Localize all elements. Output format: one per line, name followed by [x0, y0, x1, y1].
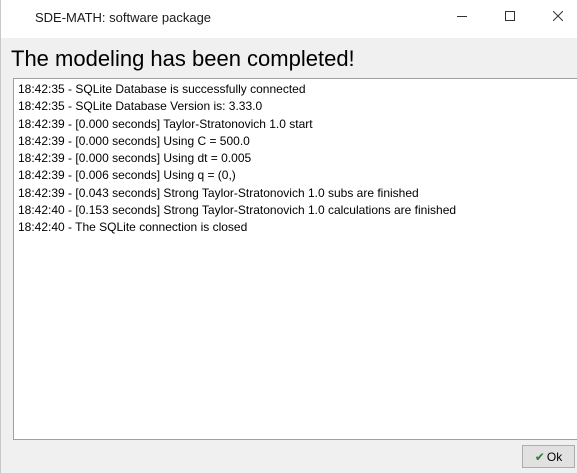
title-bar[interactable]: SDE-MATH: software package: [1, 0, 577, 38]
log-line: 18:42:39 - [0.000 seconds] Using C = 500…: [18, 133, 250, 148]
minimize-icon: [457, 16, 467, 17]
maximize-button[interactable]: [487, 0, 533, 32]
minimize-button[interactable]: [439, 0, 485, 32]
completion-heading: The modeling has been completed!: [11, 46, 355, 71]
close-button[interactable]: [535, 0, 577, 32]
log-output[interactable]: 18:42:35 - SQLite Database is successful…: [13, 78, 577, 440]
checkmark-icon: ✔: [534, 449, 545, 464]
log-line: 18:42:39 - [0.000 seconds] Taylor-Strato…: [18, 116, 313, 131]
window-title: SDE-MATH: software package: [35, 10, 212, 25]
log-line: 18:42:40 - The SQLite connection is clos…: [18, 220, 248, 235]
log-line: 18:42:39 - [0.043 seconds] Strong Taylor…: [18, 185, 419, 200]
maximize-icon: [505, 11, 515, 21]
log-line: 18:42:35 - SQLite Database Version is: 3…: [18, 99, 263, 114]
ok-button[interactable]: ✔ Ok: [522, 445, 575, 468]
log-line: 18:42:40 - [0.153 seconds] Strong Taylor…: [18, 203, 457, 218]
log-line: 18:42:35 - SQLite Database is successful…: [18, 82, 306, 96]
dialog-window: SDE-MATH: software package The modeling …: [0, 0, 577, 473]
close-icon: [553, 11, 563, 21]
log-line: 18:42:39 - [0.000 seconds] Using dt = 0.…: [18, 151, 252, 166]
ok-button-label: Ok: [546, 449, 563, 464]
log-line: 18:42:39 - [0.006 seconds] Using q = (0,…: [18, 168, 236, 183]
